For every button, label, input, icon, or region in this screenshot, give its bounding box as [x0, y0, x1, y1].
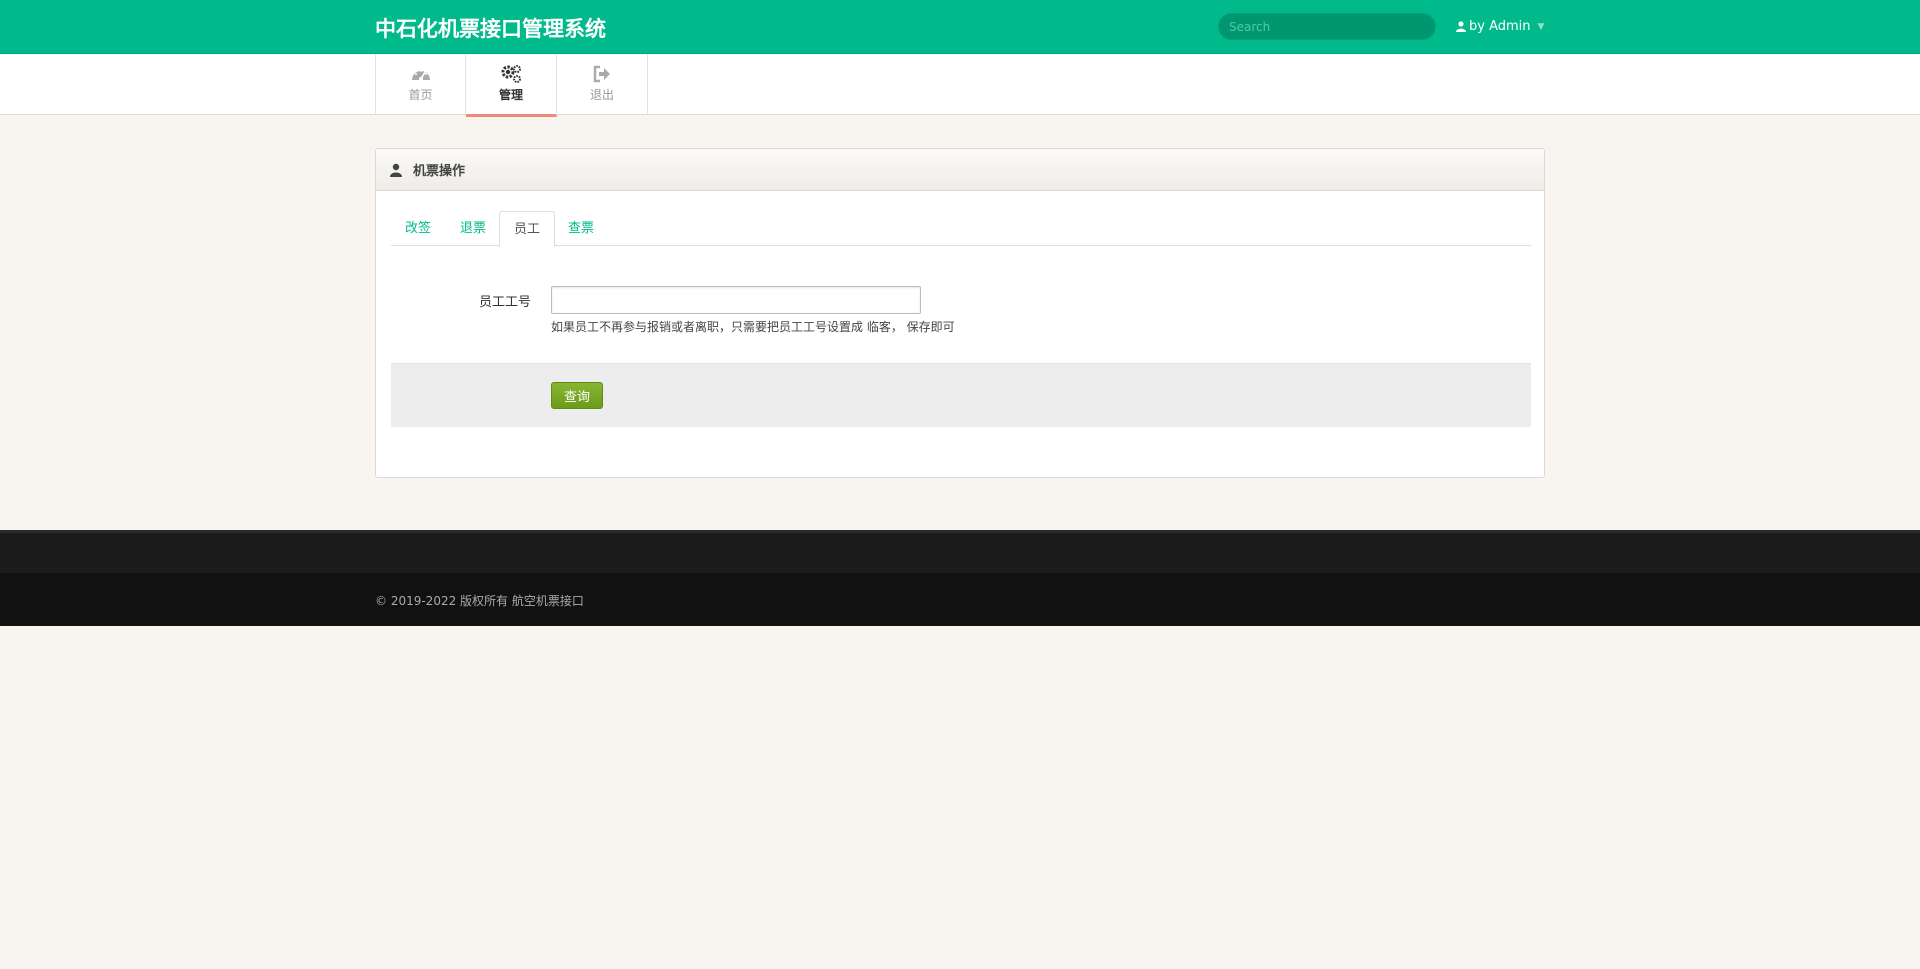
caret-down-icon: ▼: [1537, 21, 1545, 32]
search-input[interactable]: [1218, 13, 1436, 40]
help-text: 如果员工不再参与报销或者离职，只需要把员工工号设置成 临客， 保存即可: [551, 320, 955, 334]
panel-header: 机票操作: [376, 149, 1544, 191]
nav-item-logout[interactable]: 退出: [557, 54, 648, 115]
user-menu[interactable]: by Admin ▼: [1456, 19, 1544, 34]
user-label: by Admin: [1469, 19, 1531, 34]
main-nav: 首页 管理 退出: [0, 54, 1920, 117]
nav-label: 管理: [498, 88, 523, 102]
nav-label: 退出: [589, 88, 614, 102]
app-title[interactable]: 中石化机票接口管理系统: [375, 13, 606, 43]
tab-employee[interactable]: 员工: [499, 211, 556, 247]
footer-band: [0, 530, 1920, 573]
sign-out-icon: [593, 65, 610, 83]
ticket-operations-panel: 机票操作 改签 退票 员工 查票 员工工号 如果员工不再参与报销或者离职，只需要…: [375, 148, 1545, 478]
nav-item-home[interactable]: 首页: [375, 54, 466, 115]
panel-tabs: 改签 退票 员工 查票: [391, 211, 1531, 247]
query-button[interactable]: 查询: [551, 382, 604, 409]
dashboard-icon: [411, 70, 430, 81]
footer: © 2019-2022 版权所有 航空机票接口: [0, 573, 1920, 626]
user-icon: [1456, 21, 1466, 32]
form-actions: 查询: [391, 363, 1531, 427]
tab-refund[interactable]: 退票: [446, 211, 500, 246]
employee-id-input[interactable]: [551, 286, 921, 314]
top-bar: 中石化机票接口管理系统 by Admin ▼: [0, 0, 1920, 54]
tab-query-ticket[interactable]: 查票: [554, 211, 608, 246]
tab-reschedule[interactable]: 改签: [391, 211, 445, 246]
gears-icon: [501, 65, 521, 83]
nav-item-manage[interactable]: 管理: [466, 54, 557, 117]
copyright-text: © 2019-2022 版权所有 航空机票接口: [375, 594, 584, 608]
nav-label: 首页: [408, 88, 433, 102]
employee-id-label: 员工工号: [478, 295, 531, 310]
user-icon: [390, 163, 402, 177]
panel-title: 机票操作: [413, 164, 466, 179]
